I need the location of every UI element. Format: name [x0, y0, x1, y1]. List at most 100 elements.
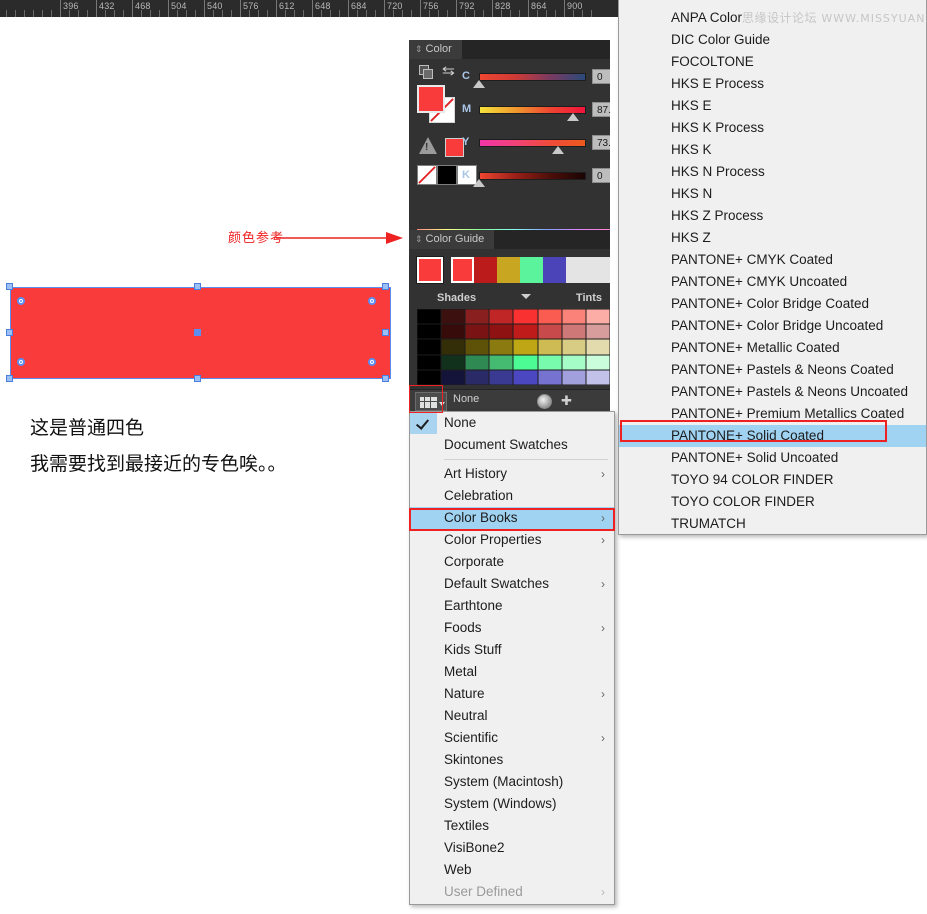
add-to-swatches-icon[interactable]: ✚	[561, 394, 572, 407]
guide-swatch[interactable]	[489, 324, 514, 340]
color-guide-swatch-grid[interactable]	[417, 309, 610, 385]
guide-swatch[interactable]	[513, 339, 538, 355]
guide-swatch[interactable]	[537, 324, 562, 340]
guide-swatch[interactable]	[585, 324, 610, 340]
tab-color-guide[interactable]: ⇕ Color Guide	[409, 230, 495, 249]
harmony-swatch[interactable]	[451, 257, 474, 283]
menu-item-default-swatches[interactable]: Default Swatches ›	[410, 573, 614, 595]
slider-value-y[interactable]: 73.69	[592, 135, 610, 150]
guide-swatch[interactable]	[561, 309, 586, 325]
guide-swatch[interactable]	[585, 354, 610, 370]
color-books-submenu[interactable]: ANPA Color DIC Color Guide FOCOLTONE HKS E …	[618, 0, 927, 535]
menu-item-kids-stuff[interactable]: Kids Stuff	[410, 639, 614, 661]
submenu-item-hks-n[interactable]: HKS N	[619, 183, 926, 205]
guide-swatch[interactable]	[537, 354, 562, 370]
guide-swatch[interactable]	[465, 339, 490, 355]
guide-swatch[interactable]	[489, 354, 514, 370]
slider-track-y[interactable]	[479, 139, 586, 147]
color-guide-harmony-row[interactable]	[409, 255, 610, 285]
submenu-item-hks-z[interactable]: HKS Z	[619, 227, 926, 249]
submenu-item-hks-n-process[interactable]: HKS N Process	[619, 161, 926, 183]
guide-swatch[interactable]	[441, 324, 466, 340]
submenu-item-pantone-cmyk-coated[interactable]: PANTONE+ CMYK Coated	[619, 249, 926, 271]
submenu-item-toyo-color-finder[interactable]: TOYO COLOR FINDER	[619, 491, 926, 513]
guide-swatch[interactable]	[585, 339, 610, 355]
menu-item-celebration[interactable]: Celebration	[410, 485, 614, 507]
menu-item-nature[interactable]: Nature ›	[410, 683, 614, 705]
slider-row-y[interactable]: Y 73.69	[409, 133, 610, 158]
guide-swatch[interactable]	[537, 369, 562, 385]
slider-row-k[interactable]: K0	[409, 166, 610, 191]
guide-swatch[interactable]	[585, 309, 610, 325]
color-guide-base-swatch[interactable]	[416, 256, 444, 284]
submenu-item-pantone-color-bridge-uncoated[interactable]: PANTONE+ Color Bridge Uncoated	[619, 315, 926, 337]
guide-swatch[interactable]	[441, 309, 466, 325]
color-panel-tabbar[interactable]: ⇕ Color	[409, 40, 610, 59]
guide-swatch[interactable]	[417, 309, 441, 325]
guide-swatch[interactable]	[417, 324, 441, 340]
guide-swatch[interactable]	[537, 309, 562, 325]
shades-tints-header[interactable]: Shades Tints	[409, 289, 610, 307]
guide-swatch[interactable]	[417, 354, 441, 370]
color-panels-dock[interactable]: ⇕ Color ⇆ ! C 0 M 87 Y 73 K 0 ⇕ Color Gu…	[409, 40, 610, 412]
slider-row-m[interactable]: M 87.54	[409, 100, 610, 125]
harmony-swatch[interactable]	[497, 257, 520, 283]
submenu-item-hks-k-process[interactable]: HKS K Process	[619, 117, 926, 139]
submenu-item-pantone-pastels-neons-coated[interactable]: PANTONE+ Pastels & Neons Coated	[619, 359, 926, 381]
submenu-item-hks-e-process[interactable]: HKS E Process	[619, 73, 926, 95]
guide-swatch[interactable]	[441, 354, 466, 370]
menu-item-none[interactable]: None	[410, 412, 614, 434]
guide-swatch[interactable]	[489, 339, 514, 355]
submenu-item-pantone-pastels-neons-uncoated[interactable]: PANTONE+ Pastels & Neons Uncoated	[619, 381, 926, 403]
color-guide-harmony-strip[interactable]	[451, 257, 610, 283]
guide-swatch[interactable]	[417, 369, 441, 385]
submenu-item-trumatch[interactable]: TRUMATCH	[619, 513, 926, 535]
harmony-swatch[interactable]	[474, 257, 497, 283]
slider-row-c[interactable]: C0	[409, 67, 610, 92]
submenu-item-focoltone[interactable]: FOCOLTONE	[619, 51, 926, 73]
guide-swatch[interactable]	[513, 324, 538, 340]
menu-item-system-windows[interactable]: System (Windows)	[410, 793, 614, 815]
submenu-item-pantone-solid-uncoated[interactable]: PANTONE+ Solid Uncoated	[619, 447, 926, 469]
guide-swatch[interactable]	[417, 339, 441, 355]
slider-thumb-m[interactable]	[566, 113, 579, 121]
submenu-item-pantone-cmyk-uncoated[interactable]: PANTONE+ CMYK Uncoated	[619, 271, 926, 293]
guide-swatch[interactable]	[561, 324, 586, 340]
submenu-item-pantone-color-bridge-coated[interactable]: PANTONE+ Color Bridge Coated	[619, 293, 926, 315]
slider-thumb-k[interactable]	[473, 179, 485, 187]
guide-swatch[interactable]	[489, 309, 514, 325]
color-panel-body[interactable]: ⇆ C0M87.54Y73.69K0	[409, 59, 610, 253]
submenu-item-toyo-94-color-finder[interactable]: TOYO 94 COLOR FINDER	[619, 469, 926, 491]
menu-item-scientific[interactable]: Scientific ›	[410, 727, 614, 749]
menu-item-corporate[interactable]: Corporate	[410, 551, 614, 573]
slider-thumb-y[interactable]	[551, 146, 564, 154]
guide-swatch[interactable]	[585, 369, 610, 385]
menu-item-earthtone[interactable]: Earthtone	[410, 595, 614, 617]
menu-item-neutral[interactable]: Neutral	[410, 705, 614, 727]
guide-swatch[interactable]	[513, 369, 538, 385]
menu-item-system-macintosh[interactable]: System (Macintosh)	[410, 771, 614, 793]
guide-swatch[interactable]	[489, 369, 514, 385]
guide-swatch[interactable]	[561, 339, 586, 355]
guide-swatch[interactable]	[465, 354, 490, 370]
submenu-item-pantone-metallic-coated[interactable]: PANTONE+ Metallic Coated	[619, 337, 926, 359]
submenu-item-hks-z-process[interactable]: HKS Z Process	[619, 205, 926, 227]
swatch-libraries-menu[interactable]: None Document Swatches Art History › Celebra…	[409, 411, 615, 905]
slider-value-m[interactable]: 87.54	[592, 102, 610, 117]
guide-swatch[interactable]	[465, 369, 490, 385]
guide-swatch[interactable]	[465, 324, 490, 340]
guide-swatch[interactable]	[441, 339, 466, 355]
guide-swatch[interactable]	[465, 309, 490, 325]
menu-item-metal[interactable]: Metal	[410, 661, 614, 683]
harmony-swatch[interactable]	[543, 257, 566, 283]
tab-color[interactable]: ⇕ Color	[409, 40, 462, 59]
menu-item-web[interactable]: Web	[410, 859, 614, 881]
submenu-item-dic-color-guide[interactable]: DIC Color Guide	[619, 29, 926, 51]
submenu-item-hks-e[interactable]: HKS E	[619, 95, 926, 117]
menu-item-document-swatches[interactable]: Document Swatches	[410, 434, 614, 456]
slider-track-k[interactable]	[479, 172, 586, 180]
guide-swatch[interactable]	[513, 354, 538, 370]
color-wheel-icon[interactable]	[537, 394, 552, 409]
menu-item-textiles[interactable]: Textiles	[410, 815, 614, 837]
menu-item-visibone2[interactable]: VisiBone2	[410, 837, 614, 859]
